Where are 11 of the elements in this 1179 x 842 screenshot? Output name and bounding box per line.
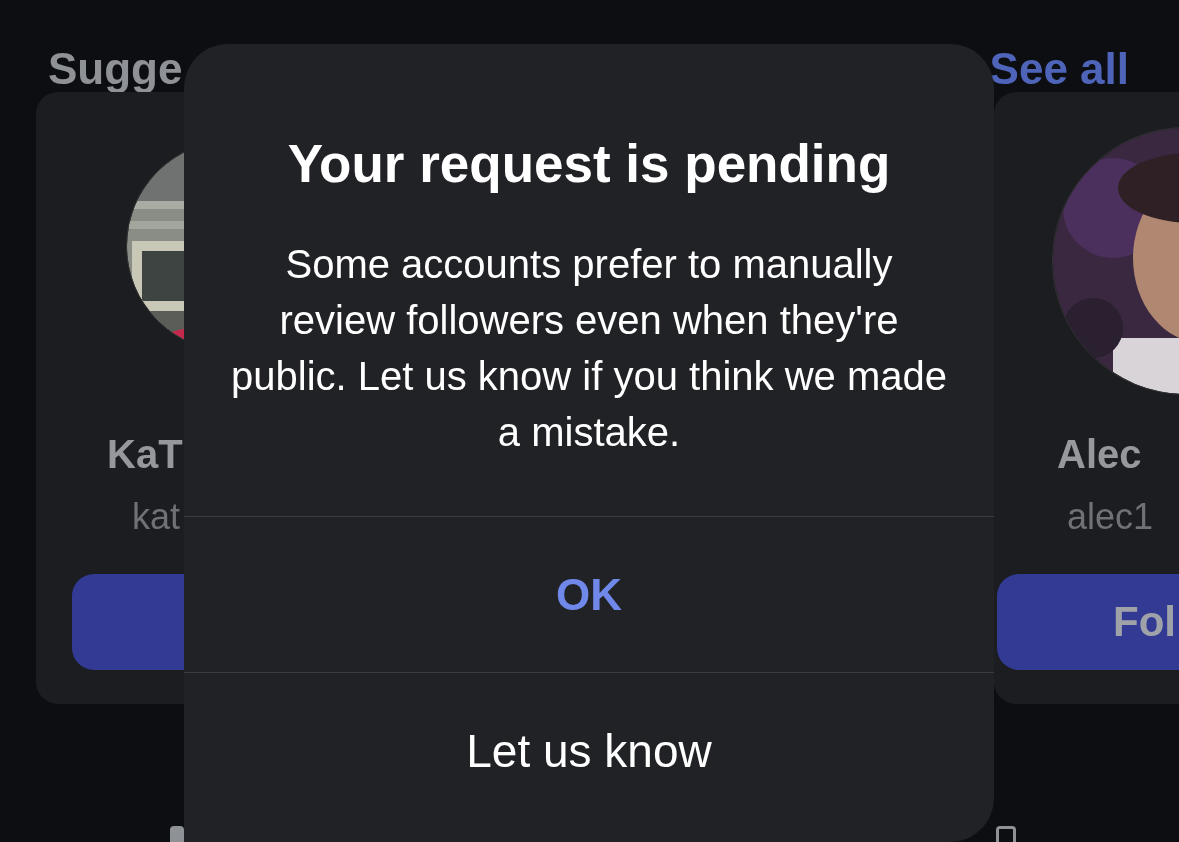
let-us-know-button[interactable]: Let us know — [184, 672, 994, 829]
dialog-title: Your request is pending — [286, 133, 892, 192]
ok-button[interactable]: OK — [184, 516, 994, 672]
dialog-message: Some accounts prefer to manually review followers even when they're public. Let us know if you think we made a mistake. — [230, 241, 948, 456]
user-name: Alec — [1057, 432, 1142, 477]
user-name: KaT — [107, 432, 183, 477]
section-title: Sugge — [48, 44, 183, 92]
follow-button[interactable]: Fol — [997, 574, 1179, 670]
username: alec1 — [1067, 496, 1154, 538]
see-all-link[interactable]: See all — [989, 44, 1129, 92]
username: kat — [132, 496, 181, 538]
